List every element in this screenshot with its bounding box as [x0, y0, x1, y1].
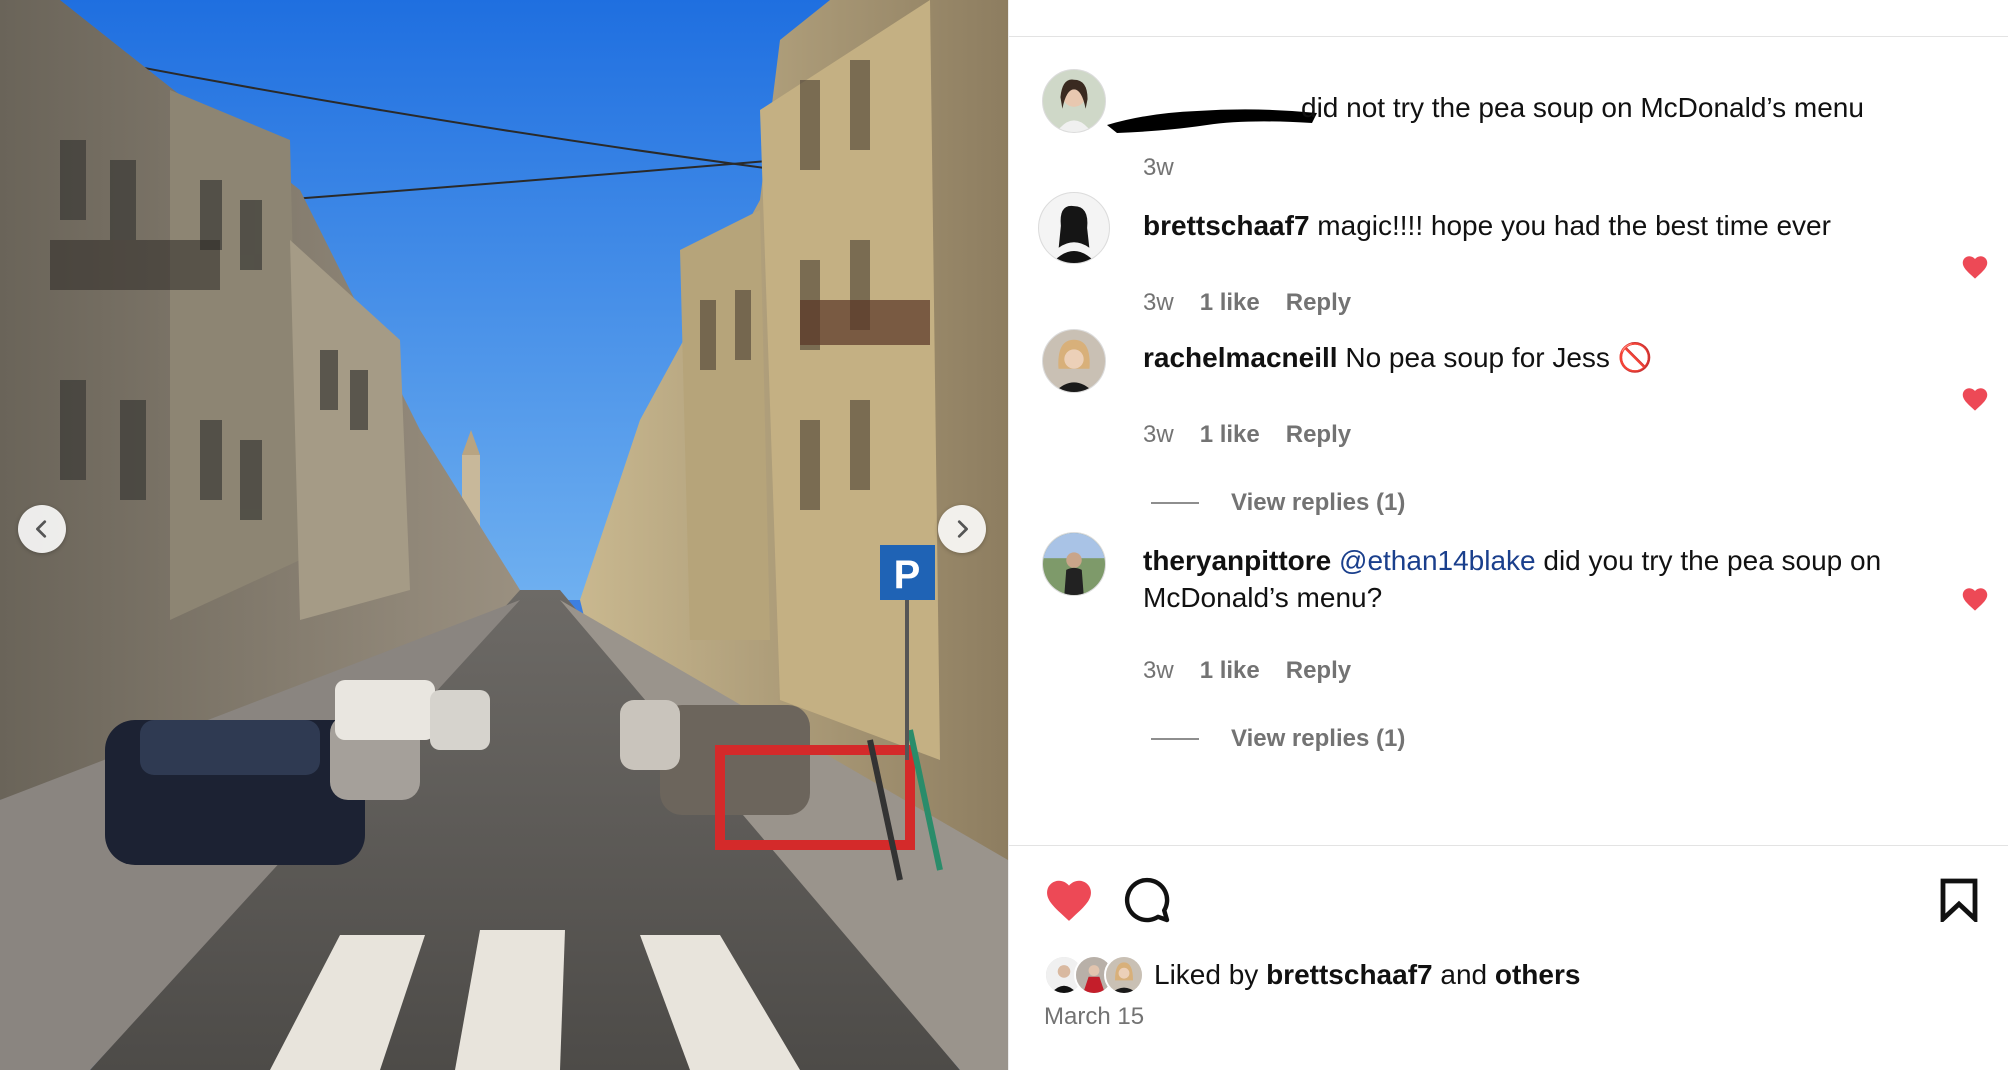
comment-meta: 3w 1 like Reply [1143, 657, 1351, 685]
comments-panel: did not try the pea soup on McDonald’s m… [1008, 0, 2008, 1070]
comment-message: magic!!!! hope you had the best time eve… [1317, 210, 1831, 241]
timestamp: 3w [1143, 657, 1174, 684]
reply-button[interactable]: Reply [1286, 657, 1351, 685]
carousel-next-button[interactable] [938, 505, 986, 553]
liker-username[interactable]: brettschaaf7 [1266, 959, 1433, 990]
avatar-image [1106, 957, 1142, 993]
reply-button[interactable]: Reply [1286, 421, 1351, 449]
comment-meta: 3w 1 like Reply [1143, 289, 1351, 317]
caption-text: did not try the pea soup on McDonald’s m… [1301, 92, 1864, 123]
like-count[interactable]: 1 like [1200, 421, 1260, 449]
likes-prefix: Liked by [1154, 959, 1267, 990]
likes-others-link[interactable]: others [1495, 959, 1581, 990]
comment-message: No pea soup for Jess 🚫 [1345, 342, 1653, 373]
avatar-image [1043, 70, 1105, 132]
redaction-scribble [1107, 109, 1317, 133]
timestamp: 3w [1143, 289, 1174, 316]
likes-middle: and [1432, 959, 1495, 990]
caption-meta: 3w [1143, 154, 1174, 182]
comment-meta: 3w 1 like Reply [1143, 421, 1351, 449]
comment-username[interactable]: brettschaaf7 [1143, 210, 1310, 241]
comment-text: theryanpittore @ethan14blake did you try… [1143, 542, 1923, 616]
view-replies-button[interactable]: View replies (1) [1151, 489, 1405, 517]
heart-icon[interactable] [1961, 586, 1989, 612]
avatar-image [1039, 193, 1109, 263]
street-scene-image: P [0, 0, 1008, 1070]
post-date: March 15 [1044, 1003, 1145, 1030]
view-replies-label: View replies (1) [1231, 489, 1406, 516]
chevron-right-icon [957, 520, 968, 538]
comment-mention[interactable]: @ethan14blake [1339, 545, 1536, 576]
comment-username[interactable]: rachelmacneill [1143, 342, 1338, 373]
comment-text: rachelmacneill No pea soup for Jess 🚫 [1143, 339, 1923, 376]
likes-summary: Liked by brettschaaf7 and others [1044, 955, 1580, 995]
post-photo: P [0, 0, 1008, 1070]
chevron-left-icon [36, 520, 47, 538]
avatar-image [1043, 330, 1105, 392]
svg-text:P: P [894, 553, 921, 597]
avatar[interactable] [1042, 532, 1106, 596]
view-replies-button[interactable]: View replies (1) [1151, 725, 1405, 753]
liker-avatars[interactable] [1044, 955, 1144, 995]
heart-icon[interactable] [1961, 254, 1989, 280]
timestamp: 3w [1143, 421, 1174, 448]
divider [1009, 845, 2008, 846]
avatar[interactable] [1038, 192, 1110, 264]
likes-text: Liked by brettschaaf7 and others [1154, 959, 1580, 991]
comment-icon[interactable] [1123, 876, 1171, 924]
heart-icon[interactable] [1961, 386, 1989, 412]
heart-icon[interactable] [1043, 877, 1095, 923]
carousel-prev-button[interactable] [18, 505, 66, 553]
reply-button[interactable]: Reply [1286, 289, 1351, 317]
comment-username[interactable]: theryanpittore [1143, 545, 1331, 576]
divider [1151, 502, 1199, 504]
bookmark-icon[interactable] [1939, 878, 1979, 922]
avatar-image [1043, 533, 1105, 595]
like-count[interactable]: 1 like [1200, 657, 1260, 685]
divider [1151, 738, 1199, 740]
timestamp: 3w [1143, 154, 1174, 181]
view-replies-label: View replies (1) [1231, 725, 1406, 752]
divider [1009, 36, 2008, 37]
avatar[interactable] [1042, 69, 1106, 133]
comment-text: brettschaaf7 magic!!!! hope you had the … [1143, 207, 1923, 244]
avatar [1104, 955, 1144, 995]
like-count[interactable]: 1 like [1200, 289, 1260, 317]
avatar[interactable] [1042, 329, 1106, 393]
